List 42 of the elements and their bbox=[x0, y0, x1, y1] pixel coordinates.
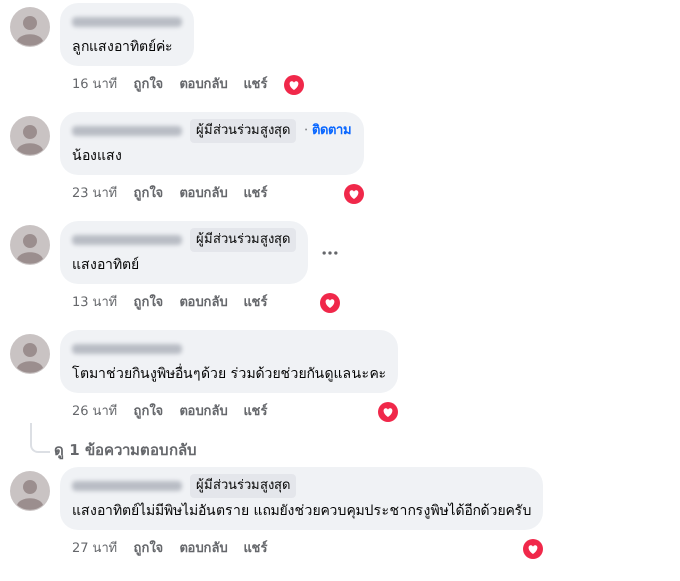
comment-action-link[interactable]: ถูกใจ bbox=[134, 293, 164, 313]
comment-action-link[interactable]: ตอบกลับ bbox=[180, 184, 228, 204]
comment-action-link[interactable]: ถูกใจ bbox=[134, 539, 164, 559]
thread-line bbox=[30, 423, 50, 453]
avatar-icon[interactable] bbox=[10, 7, 50, 47]
comment-action-link[interactable]: ตอบกลับ bbox=[180, 75, 228, 95]
avatar-icon[interactable] bbox=[10, 116, 50, 156]
comment-time[interactable]: 26 นาที bbox=[72, 402, 118, 422]
separator-dot: · bbox=[304, 122, 308, 140]
comment-action-link[interactable]: แชร์ bbox=[244, 402, 268, 422]
comment-action-link[interactable]: แชร์ bbox=[244, 75, 268, 95]
comment-text: แสงอาทิตย์ bbox=[72, 256, 140, 275]
heart-reaction-icon bbox=[378, 402, 398, 422]
comment-action-link[interactable]: ตอบกลับ bbox=[180, 293, 228, 313]
follow-link[interactable]: ติดตาม bbox=[312, 121, 352, 141]
comment-time[interactable]: 23 นาที bbox=[72, 184, 118, 204]
comment-action-link[interactable]: ถูกใจ bbox=[134, 75, 164, 95]
comment-action-link[interactable]: แชร์ bbox=[244, 293, 268, 313]
comment-time[interactable]: 16 นาที bbox=[72, 75, 118, 95]
view-replies-link[interactable]: ดู 1 ข้อความตอบกลับ bbox=[54, 438, 197, 461]
heart-reaction-icon bbox=[284, 75, 304, 95]
comment-time[interactable]: 27 นาที bbox=[72, 539, 118, 559]
top-contributor-badge: ผู้มีส่วนร่วมสูงสุด bbox=[190, 228, 296, 252]
comment-time[interactable]: 13 นาที bbox=[72, 293, 118, 313]
avatar-icon[interactable] bbox=[10, 225, 50, 265]
heart-reaction-icon bbox=[320, 293, 340, 313]
comment-action-link[interactable]: ตอบกลับ bbox=[180, 402, 228, 422]
comment-text: แสงอาทิตย์ไม่มีพิษไม่อันตราย แถมยังช่วยควบคุมประชากรงูพิษได้อีกด้วยครับ bbox=[72, 502, 532, 521]
comment-action-link[interactable]: แชร์ bbox=[244, 184, 268, 204]
avatar-icon[interactable] bbox=[10, 471, 50, 511]
heart-reaction-icon bbox=[523, 539, 544, 559]
comment-action-link[interactable]: ถูกใจ bbox=[134, 402, 164, 422]
comment-action-link[interactable]: ตอบกลับ bbox=[180, 539, 228, 559]
comment-text: ลูกแสงอาทิตย์ค่ะ bbox=[72, 38, 174, 57]
comment-action-link[interactable]: ถูกใจ bbox=[134, 184, 164, 204]
comment-text: น้องแสง bbox=[72, 147, 123, 166]
comment-text: โตมาช่วยกินงูพิษอื่นๆด้วย ร่วมด้วยช่วยกันดูแลนะคะ bbox=[72, 364, 386, 385]
comment-action-link[interactable]: แชร์ bbox=[244, 539, 268, 559]
heart-reaction-icon bbox=[344, 184, 364, 204]
top-contributor-badge: ผู้มีส่วนร่วมสูงสุด bbox=[190, 474, 296, 498]
avatar-icon[interactable] bbox=[10, 334, 50, 374]
top-contributor-badge: ผู้มีส่วนร่วมสูงสุด bbox=[190, 119, 296, 143]
